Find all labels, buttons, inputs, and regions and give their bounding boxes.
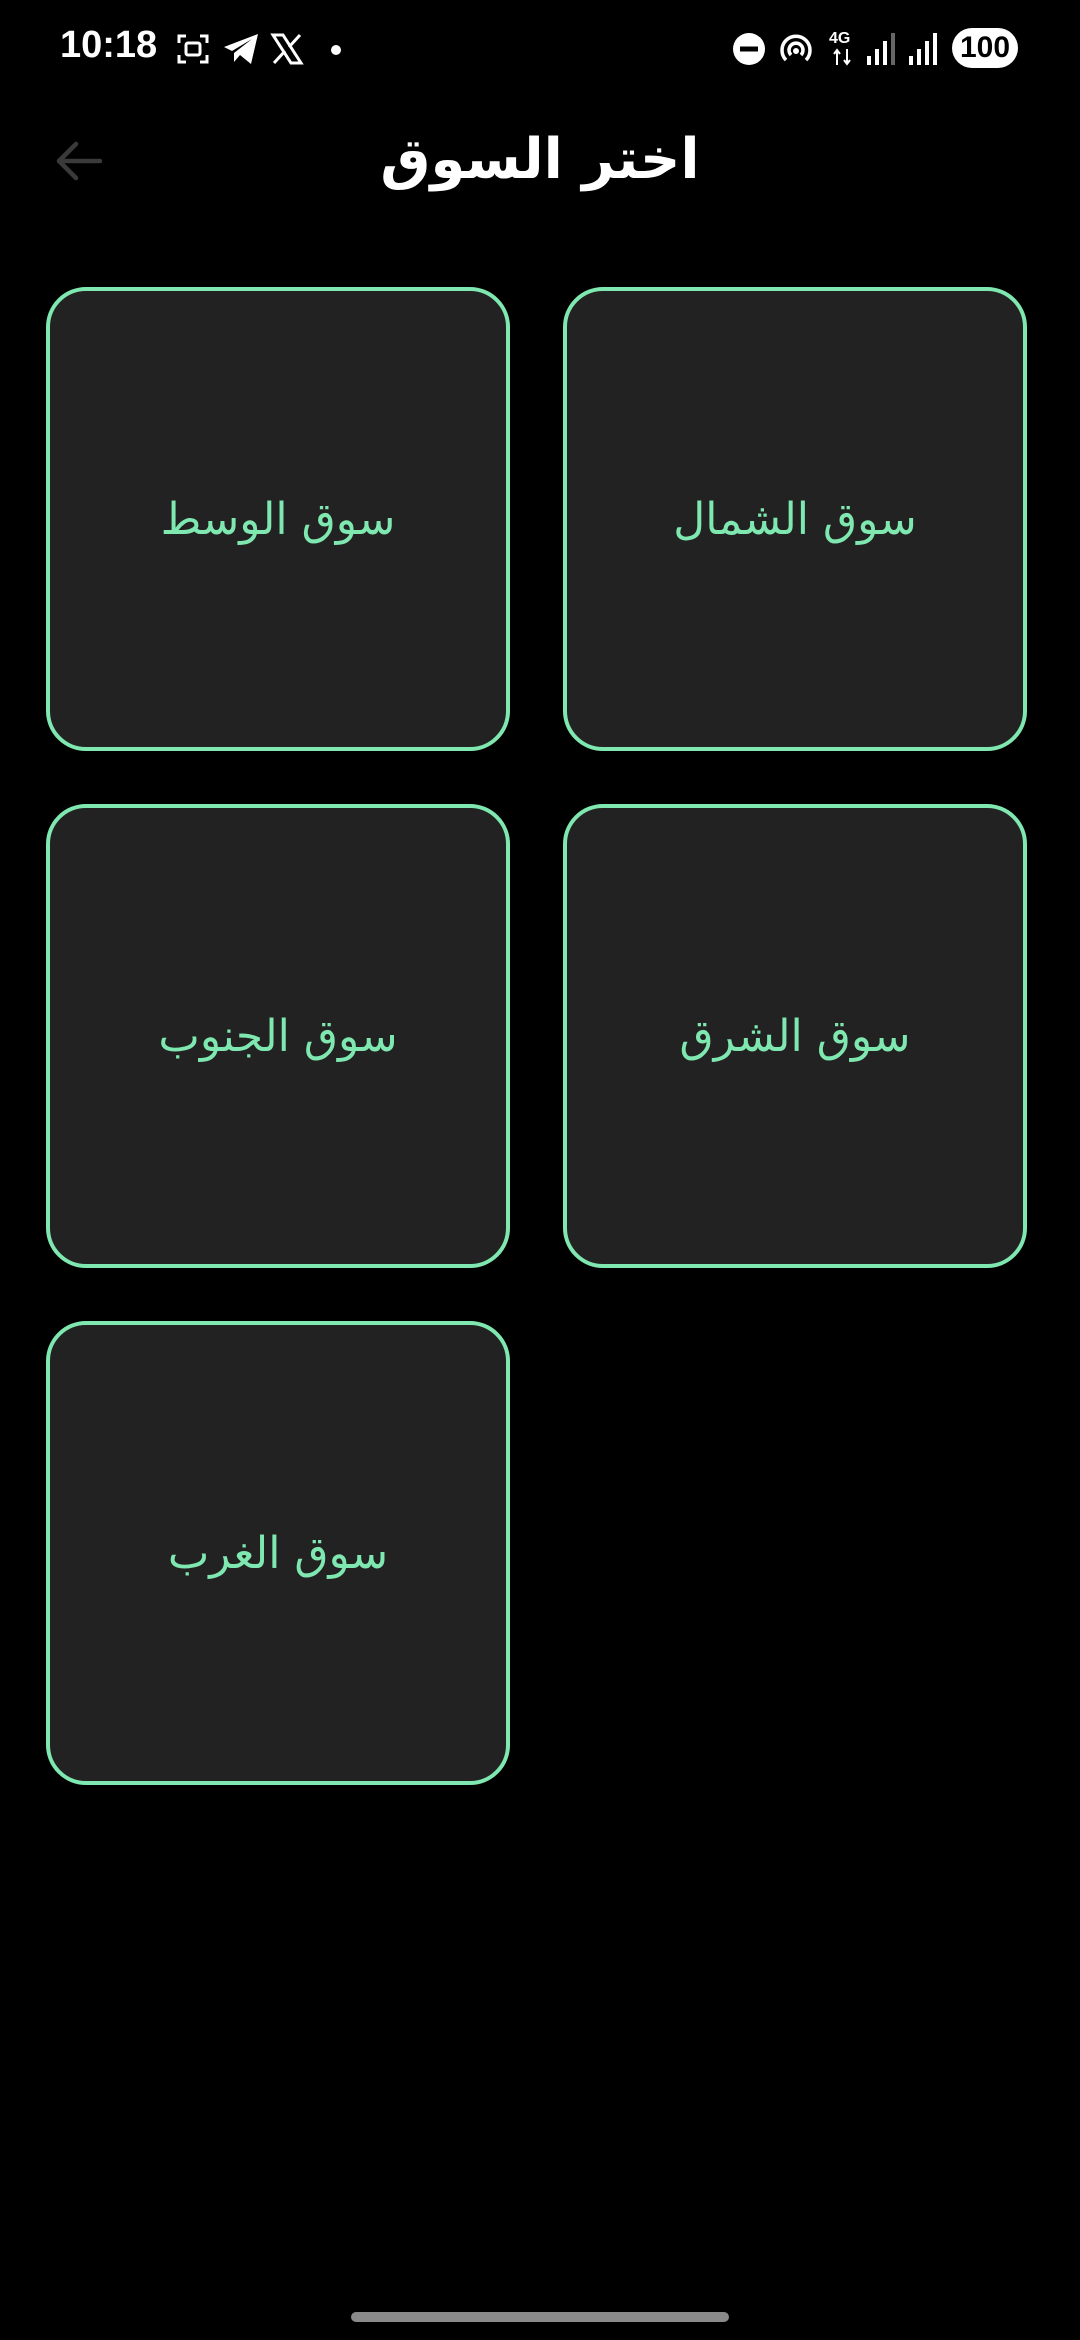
market-card-label: سوق الوسط bbox=[160, 493, 396, 545]
data-arrows-icon bbox=[833, 48, 851, 66]
network-type: 4G bbox=[829, 30, 851, 47]
hotspot-icon bbox=[780, 34, 812, 62]
x-logo-icon bbox=[270, 33, 304, 65]
signal-strength-icon bbox=[909, 33, 937, 65]
status-time: 10:18 bbox=[60, 24, 158, 66]
page-title: اختر السوق bbox=[380, 127, 700, 192]
status-bar: 10:18 4G 100 bbox=[0, 0, 1080, 100]
market-card-west[interactable]: سوق الغرب bbox=[46, 1321, 510, 1785]
do-not-disturb-icon bbox=[733, 33, 765, 65]
market-card-center[interactable]: سوق الوسط bbox=[46, 287, 510, 751]
battery-indicator: 100 bbox=[952, 28, 1018, 68]
notification-dot-icon bbox=[331, 45, 341, 55]
home-indicator[interactable] bbox=[351, 2312, 729, 2322]
market-card-label: سوق الشرق bbox=[679, 1010, 911, 1062]
market-card-south[interactable]: سوق الجنوب bbox=[46, 804, 510, 1268]
arrow-left-icon bbox=[56, 141, 103, 181]
market-card-label: سوق الجنوب bbox=[158, 1010, 398, 1062]
signal-strength-icon bbox=[867, 33, 895, 65]
market-card-north[interactable]: سوق الشمال bbox=[563, 287, 1027, 751]
market-card-label: سوق الشمال bbox=[673, 493, 917, 545]
telegram-icon bbox=[224, 34, 258, 64]
screenshot-icon bbox=[177, 34, 209, 64]
market-card-label: سوق الغرب bbox=[167, 1527, 389, 1579]
market-card-east[interactable]: سوق الشرق bbox=[563, 804, 1027, 1268]
back-button[interactable] bbox=[44, 126, 114, 196]
